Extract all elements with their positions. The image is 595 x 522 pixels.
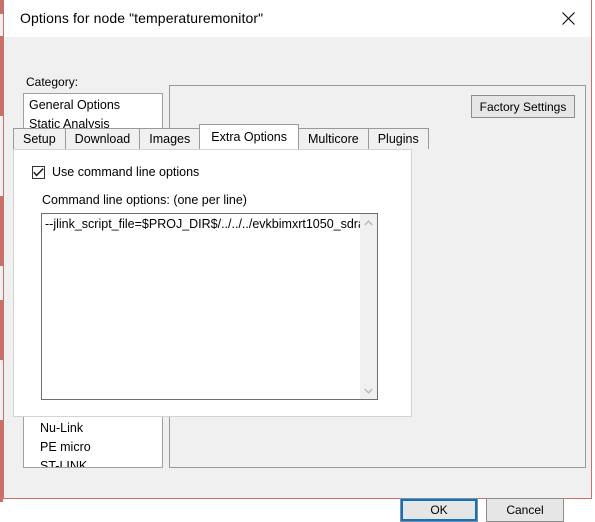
chevron-down-icon xyxy=(364,387,373,394)
chevron-up-icon xyxy=(364,219,373,226)
scroll-down-button[interactable] xyxy=(360,382,377,399)
use-command-line-options-checkbox[interactable] xyxy=(32,165,45,179)
close-icon xyxy=(561,11,575,25)
close-button[interactable] xyxy=(545,0,591,36)
tab-extra-options[interactable]: Extra Options xyxy=(199,124,299,149)
tab-panel-extra-options: Use command line options Command line op… xyxy=(13,149,412,417)
category-item-pe-micro[interactable]: PE micro xyxy=(24,438,162,457)
checkmark-icon xyxy=(33,167,44,177)
command-line-options-label: Command line options: (one per line) xyxy=(42,193,247,207)
tab-strip: Setup Download Images Extra Options Mult… xyxy=(13,124,429,149)
tab-setup[interactable]: Setup xyxy=(13,128,66,149)
options-dialog-window: Options for node "temperaturemonitor" Ca… xyxy=(3,0,592,522)
category-label: Category: xyxy=(26,75,79,89)
scroll-up-button[interactable] xyxy=(360,214,377,231)
factory-settings-button[interactable]: Factory Settings xyxy=(471,95,575,118)
window-title: Options for node "temperaturemonitor" xyxy=(20,10,264,26)
command-line-options-textarea[interactable]: --jlink_script_file=$PROJ_DIR$/../../../… xyxy=(41,213,378,400)
use-command-line-options-label: Use command line options xyxy=(52,165,200,179)
category-item-st-link[interactable]: ST-LINK xyxy=(24,457,162,467)
tab-images[interactable]: Images xyxy=(139,128,201,149)
dialog-body: Category: General Options Static Analysi… xyxy=(4,37,591,522)
category-item-general-options[interactable]: General Options xyxy=(24,96,162,115)
category-item-nu-link[interactable]: Nu-Link xyxy=(24,419,162,438)
title-bar[interactable]: Options for node "temperaturemonitor" xyxy=(4,0,591,37)
tab-plugins[interactable]: Plugins xyxy=(367,128,429,149)
command-line-options-value[interactable]: --jlink_script_file=$PROJ_DIR$/../../../… xyxy=(42,214,360,399)
tab-multicore[interactable]: Multicore xyxy=(298,128,369,149)
command-line-options-scrollbar[interactable] xyxy=(360,214,377,399)
use-command-line-options-row[interactable]: Use command line options xyxy=(32,165,199,179)
tab-download[interactable]: Download xyxy=(64,128,141,149)
